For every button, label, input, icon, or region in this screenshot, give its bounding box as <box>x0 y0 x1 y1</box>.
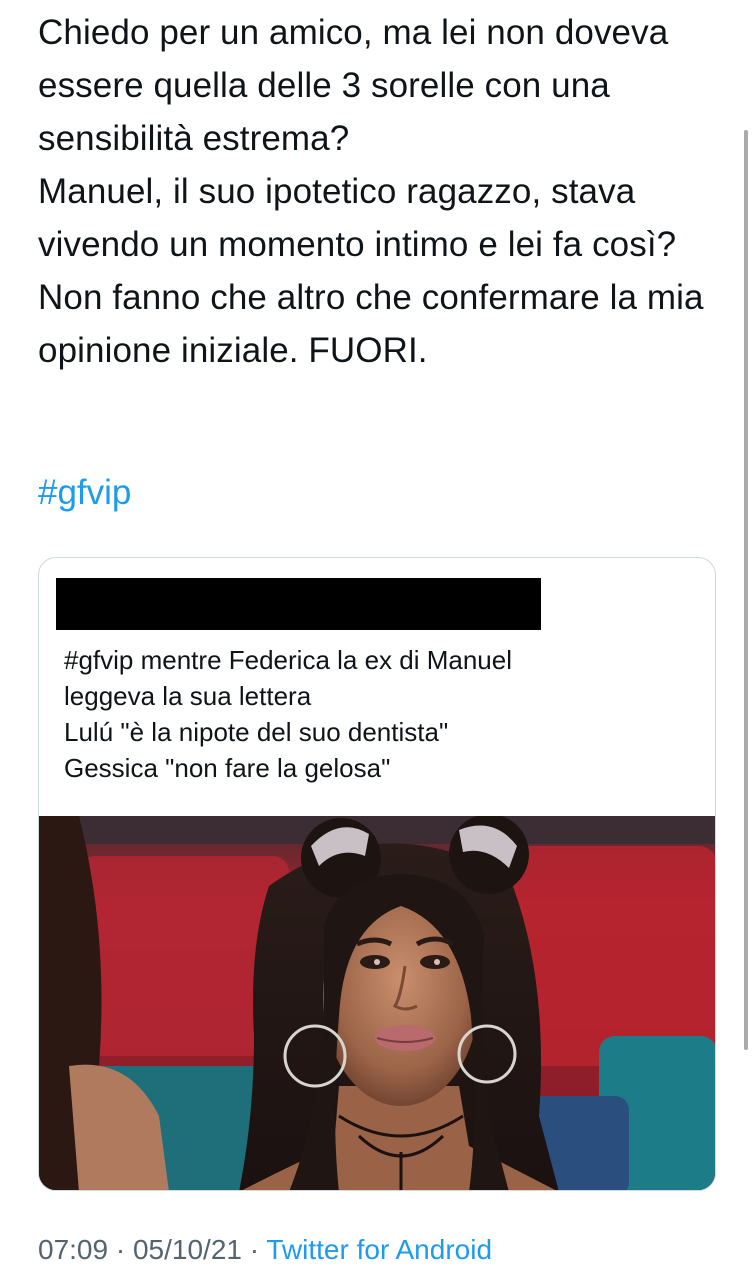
meta-separator: · <box>115 1234 126 1265</box>
tweet-meta: 07:09 · 05/10/21 · Twitter for Android <box>38 1232 492 1268</box>
quoted-tweet-card[interactable]: #gfvip mentre Federica la ex di Manuel l… <box>38 557 716 1191</box>
tweet-text: Chiedo per un amico, ma lei non doveva e… <box>38 13 704 370</box>
quoted-tweet-text: #gfvip mentre Federica la ex di Manuel l… <box>64 645 513 783</box>
tweet-source-link[interactable]: Twitter for Android <box>266 1234 492 1265</box>
hashtag-link[interactable]: #gfvip <box>38 466 131 519</box>
photo-woman-illustration <box>39 816 715 1190</box>
redacted-author-bar <box>56 578 541 630</box>
meta-separator: · <box>249 1234 260 1265</box>
scrollbar[interactable] <box>744 130 748 1050</box>
tweet-date: 05/10/21 <box>132 1234 242 1265</box>
tweet-time: 07:09 <box>38 1234 109 1265</box>
quoted-tweet-image[interactable] <box>39 816 715 1190</box>
